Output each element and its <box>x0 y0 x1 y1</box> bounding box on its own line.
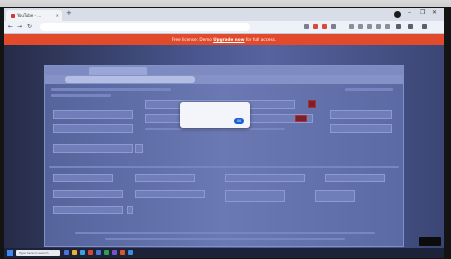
reload-icon[interactable]: ↻ <box>27 23 32 30</box>
outer-address-bar: ← → ↻ <box>4 21 444 34</box>
form-header-bar <box>51 88 171 91</box>
form-header-right-bar <box>345 88 393 91</box>
inner-address-bar <box>45 75 403 84</box>
form-field[interactable] <box>225 174 305 182</box>
extension-icon[interactable] <box>358 24 363 29</box>
outer-tab-strip: YouTube - ... ✕ + – ❐ ✕ <box>4 8 444 21</box>
form-field[interactable] <box>53 144 133 153</box>
outer-browser-tab[interactable]: YouTube - ... ✕ <box>6 10 62 21</box>
taskbar-app-icon[interactable] <box>96 250 101 255</box>
extension-icon[interactable] <box>331 24 336 29</box>
taskbar-app-icon[interactable] <box>64 250 69 255</box>
outer-tab-title: YouTube - ... <box>17 13 42 18</box>
screen: YouTube - ... ✕ + – ❐ ✕ ← → ↻ Free licen… <box>4 8 444 258</box>
extension-icon[interactable] <box>408 24 413 29</box>
ok-button[interactable]: OK <box>234 118 244 124</box>
form-field[interactable] <box>53 174 113 182</box>
maximize-icon[interactable]: ❐ <box>420 9 425 16</box>
youtube-favicon-icon <box>11 14 15 18</box>
form-field[interactable] <box>53 190 123 198</box>
form-divider <box>49 166 399 168</box>
form-field[interactable] <box>315 190 355 202</box>
form-field[interactable] <box>330 124 392 133</box>
form-field[interactable] <box>135 174 195 182</box>
forward-icon[interactable]: → <box>17 23 22 30</box>
banner-suffix: for full access. <box>244 37 277 42</box>
delete-button[interactable] <box>308 100 316 108</box>
extension-icon[interactable] <box>349 24 354 29</box>
windows-start-icon[interactable] <box>7 250 13 256</box>
edge-icon[interactable] <box>80 250 85 255</box>
inner-tab-strip <box>45 66 403 75</box>
taskbar-app-icon[interactable] <box>120 250 125 255</box>
remote-desktop-view: OK <box>4 45 444 248</box>
banner-upgrade-link[interactable]: Upgrade now <box>213 37 244 42</box>
outer-url-input[interactable] <box>40 23 250 31</box>
form-field[interactable] <box>53 110 133 119</box>
delete-button[interactable] <box>295 115 307 122</box>
form-footer-line <box>105 238 345 240</box>
form-footer-line <box>75 232 375 234</box>
extension-icon[interactable] <box>322 24 327 29</box>
form-field[interactable] <box>325 174 385 182</box>
extension-icon[interactable] <box>385 24 390 29</box>
new-tab-icon[interactable]: + <box>66 9 72 17</box>
close-tab-icon[interactable]: ✕ <box>56 10 59 21</box>
form-field[interactable] <box>135 190 205 198</box>
side-button[interactable] <box>419 237 441 246</box>
taskbar-search-input[interactable]: Type here to search <box>16 250 60 256</box>
extension-icon[interactable] <box>396 24 401 29</box>
extension-icon[interactable] <box>304 24 309 29</box>
close-window-icon[interactable]: ✕ <box>432 9 437 16</box>
inner-browser-tab[interactable] <box>89 67 147 75</box>
banner-text: Free license: Demo <box>171 37 214 42</box>
monitor-bezel-top <box>0 0 451 7</box>
form-field[interactable] <box>53 206 123 214</box>
extension-icon[interactable] <box>313 24 318 29</box>
form-field[interactable] <box>330 110 392 119</box>
profile-avatar-icon[interactable] <box>394 11 401 18</box>
form-subheader-bar <box>51 94 111 97</box>
dropdown-toggle[interactable] <box>135 144 143 153</box>
chrome-icon[interactable] <box>88 250 93 255</box>
file-explorer-icon[interactable] <box>72 250 77 255</box>
dropdown-toggle[interactable] <box>127 206 133 214</box>
confirmation-dialog: OK <box>180 102 250 128</box>
photo-stage: YouTube - ... ✕ + – ❐ ✕ ← → ↻ Free licen… <box>0 0 451 259</box>
license-banner: Free license: Demo Upgrade now for full … <box>4 34 444 45</box>
taskbar-app-icon[interactable] <box>112 250 117 255</box>
inner-url-input[interactable] <box>65 76 195 83</box>
taskbar-app-icon[interactable] <box>128 250 133 255</box>
taskbar: Type here to search <box>4 248 444 258</box>
taskbar-app-icon[interactable] <box>104 250 109 255</box>
minimize-icon[interactable]: – <box>408 9 411 16</box>
form-divider <box>145 128 285 130</box>
inner-browser-window: OK <box>44 65 404 247</box>
menu-icon[interactable] <box>422 24 427 29</box>
form-field[interactable] <box>53 124 133 133</box>
extension-icon[interactable] <box>367 24 372 29</box>
extension-icon[interactable] <box>376 24 381 29</box>
form-field[interactable] <box>225 190 285 202</box>
back-icon[interactable]: ← <box>8 23 13 30</box>
